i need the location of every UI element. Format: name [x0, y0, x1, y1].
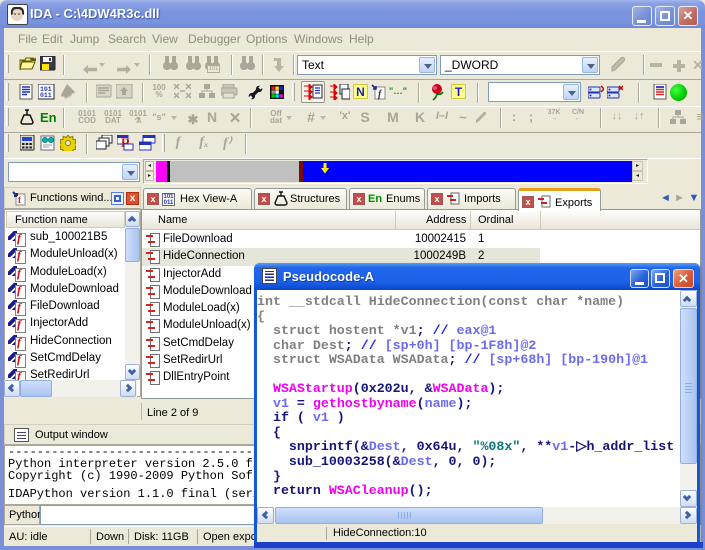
- svg-text:011: 011: [40, 92, 52, 99]
